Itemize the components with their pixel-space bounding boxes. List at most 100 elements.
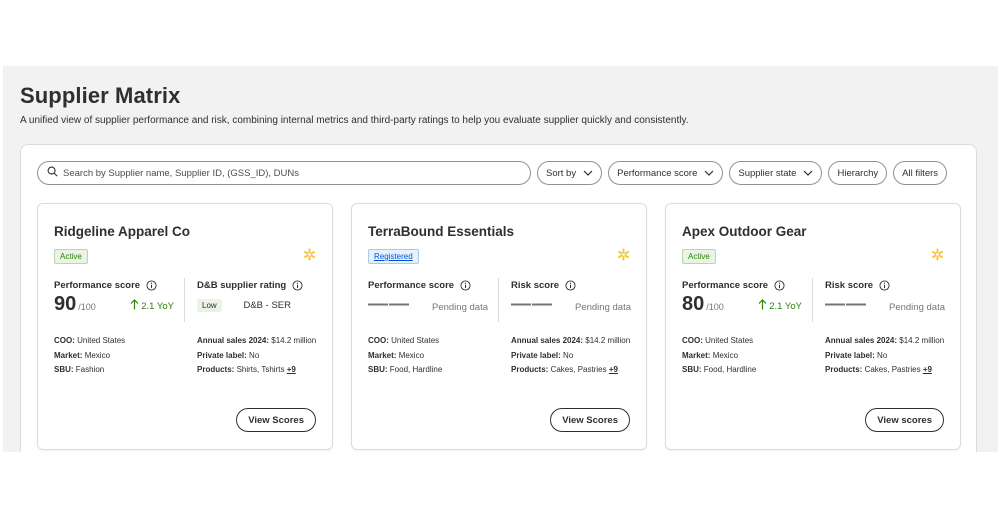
hierarchy-button[interactable]: Hierarchy	[828, 161, 888, 185]
risk-level-badge: Low	[197, 299, 222, 312]
private-label-value: No	[249, 350, 260, 360]
search-box[interactable]	[37, 161, 531, 185]
performance-score-label: Performance score	[368, 280, 455, 291]
supplier-state-dropdown[interactable]: Supplier state	[729, 161, 823, 185]
all-filters-button[interactable]: All filters	[893, 161, 948, 185]
private-label-label: Private label:	[197, 350, 247, 360]
coo-label: COO:	[368, 336, 389, 345]
private-label-value: No	[877, 350, 888, 360]
annual-sales-value: $14.2 million	[271, 336, 317, 345]
sort-by-label: Sort by	[546, 167, 577, 179]
view-scores-button[interactable]: View Scores	[550, 408, 630, 432]
products-value: Shirts, Tshirts	[236, 365, 285, 374]
performance-score-block: Performance score 90 /100 2.1 YoY	[54, 280, 174, 316]
yoy-change: 2.1 YoY	[130, 299, 174, 313]
supplier-name: TerraBound Essentials	[368, 224, 515, 239]
private-label-label: Private label:	[511, 350, 561, 360]
market-label: Market:	[682, 350, 711, 360]
supplier-facts-left: COO: United States Market: Mexico SBU: F…	[54, 334, 125, 378]
page-subtitle: A unified view of supplier performance a…	[20, 115, 689, 126]
products-more-link[interactable]: +9	[923, 365, 932, 374]
performance-score-label: Performance score	[54, 280, 141, 291]
annual-sales-label: Annual sales 2024:	[825, 336, 898, 345]
performance-score-placeholder: ——	[368, 293, 410, 315]
performance-score-denominator: /100	[706, 302, 724, 312]
market-label: Market:	[368, 350, 397, 360]
supplier-card: Ridgeline Apparel Co Active Performance …	[37, 203, 333, 450]
supplier-matrix-page: Supplier Matrix A unified view of suppli…	[3, 66, 998, 452]
sbu-value: Fashion	[75, 365, 105, 374]
performance-score-filter-label: Performance score	[617, 167, 698, 179]
products-more-link[interactable]: +9	[287, 365, 296, 374]
products-more-link[interactable]: +9	[609, 365, 618, 374]
market-label: Market:	[54, 350, 83, 360]
info-icon[interactable]	[565, 280, 576, 291]
supplier-facts-right: Annual sales 2024: $14.2 million Private…	[825, 334, 944, 378]
chevron-down-icon	[704, 170, 714, 176]
yoy-value: 2.1 YoY	[141, 300, 174, 312]
info-icon[interactable]	[879, 280, 890, 291]
status-badge: Registered	[368, 249, 419, 264]
risk-score-placeholder: ——	[825, 293, 867, 315]
chevron-down-icon	[803, 170, 813, 176]
search-input[interactable]	[63, 167, 530, 179]
private-label-value: No	[563, 350, 574, 360]
market-value: Mexico	[84, 350, 111, 360]
info-icon[interactable]	[460, 280, 471, 291]
sbu-label: SBU:	[368, 365, 388, 374]
status-badge: Active	[54, 249, 88, 264]
risk-score-label: Risk score	[511, 280, 560, 291]
performance-score-block: Performance score 80 /100 2.1 YoY	[682, 280, 802, 316]
dnb-rating-block: D&B supplier rating Low D&B - SER	[197, 280, 317, 312]
supplier-facts-right: Annual sales 2024: $14.2 million Private…	[511, 334, 630, 378]
info-icon[interactable]	[774, 280, 785, 291]
dnb-rating-value: D&B - SER	[243, 300, 291, 311]
products-label: Products:	[825, 365, 863, 374]
sbu-value: Food, Hardline	[389, 365, 443, 374]
view-scores-button[interactable]: View Scores	[236, 408, 316, 432]
performance-score-value: 90	[54, 293, 77, 315]
annual-sales-label: Annual sales 2024:	[197, 336, 270, 345]
coo-value: United States	[77, 336, 126, 345]
metric-divider	[812, 278, 813, 322]
supplier-name: Ridgeline Apparel Co	[54, 224, 191, 239]
supplier-facts-left: COO: United States Market: Mexico SBU: F…	[682, 334, 756, 378]
spark-icon	[617, 248, 630, 266]
coo-label: COO:	[54, 336, 75, 345]
risk-score-placeholder: ——	[511, 293, 553, 315]
sort-by-dropdown[interactable]: Sort by	[537, 161, 603, 185]
performance-score-value: 80	[682, 293, 705, 315]
supplier-panel: Sort by Performance score Supplier state…	[20, 144, 977, 452]
risk-score-label: Risk score	[825, 280, 874, 291]
spark-icon	[303, 248, 316, 266]
info-icon[interactable]	[146, 280, 157, 291]
status-badge: Active	[682, 249, 716, 264]
view-scores-button[interactable]: View scores	[865, 408, 944, 432]
supplier-facts-right: Annual sales 2024: $14.2 million Private…	[197, 334, 316, 378]
products-label: Products:	[511, 365, 549, 374]
info-icon[interactable]	[292, 280, 303, 291]
pending-data-text: Pending data	[889, 302, 945, 313]
dnb-rating-label: D&B supplier rating	[197, 280, 287, 291]
market-value: Mexico	[398, 350, 425, 360]
pending-data-text: Pending data	[575, 302, 631, 313]
pending-data-text: Pending data	[432, 302, 488, 313]
spark-icon	[931, 248, 944, 266]
performance-score-label: Performance score	[682, 280, 769, 291]
page-title: Supplier Matrix	[20, 83, 181, 108]
coo-value: United States	[391, 336, 440, 345]
performance-score-dropdown[interactable]: Performance score	[608, 161, 724, 185]
yoy-value: 2.1 YoY	[769, 300, 802, 312]
products-value: Cakes, Pastries	[550, 365, 607, 374]
sbu-label: SBU:	[54, 365, 74, 374]
coo-value: United States	[705, 336, 754, 345]
chevron-down-icon	[583, 170, 593, 176]
products-label: Products:	[197, 365, 235, 374]
coo-label: COO:	[682, 336, 703, 345]
filter-bar: Sort by Performance score Supplier state…	[537, 161, 948, 185]
annual-sales-label: Annual sales 2024:	[511, 336, 584, 345]
supplier-facts-left: COO: United States Market: Mexico SBU: F…	[368, 334, 442, 378]
sbu-label: SBU:	[682, 365, 702, 374]
private-label-label: Private label:	[825, 350, 875, 360]
search-icon	[47, 164, 58, 182]
